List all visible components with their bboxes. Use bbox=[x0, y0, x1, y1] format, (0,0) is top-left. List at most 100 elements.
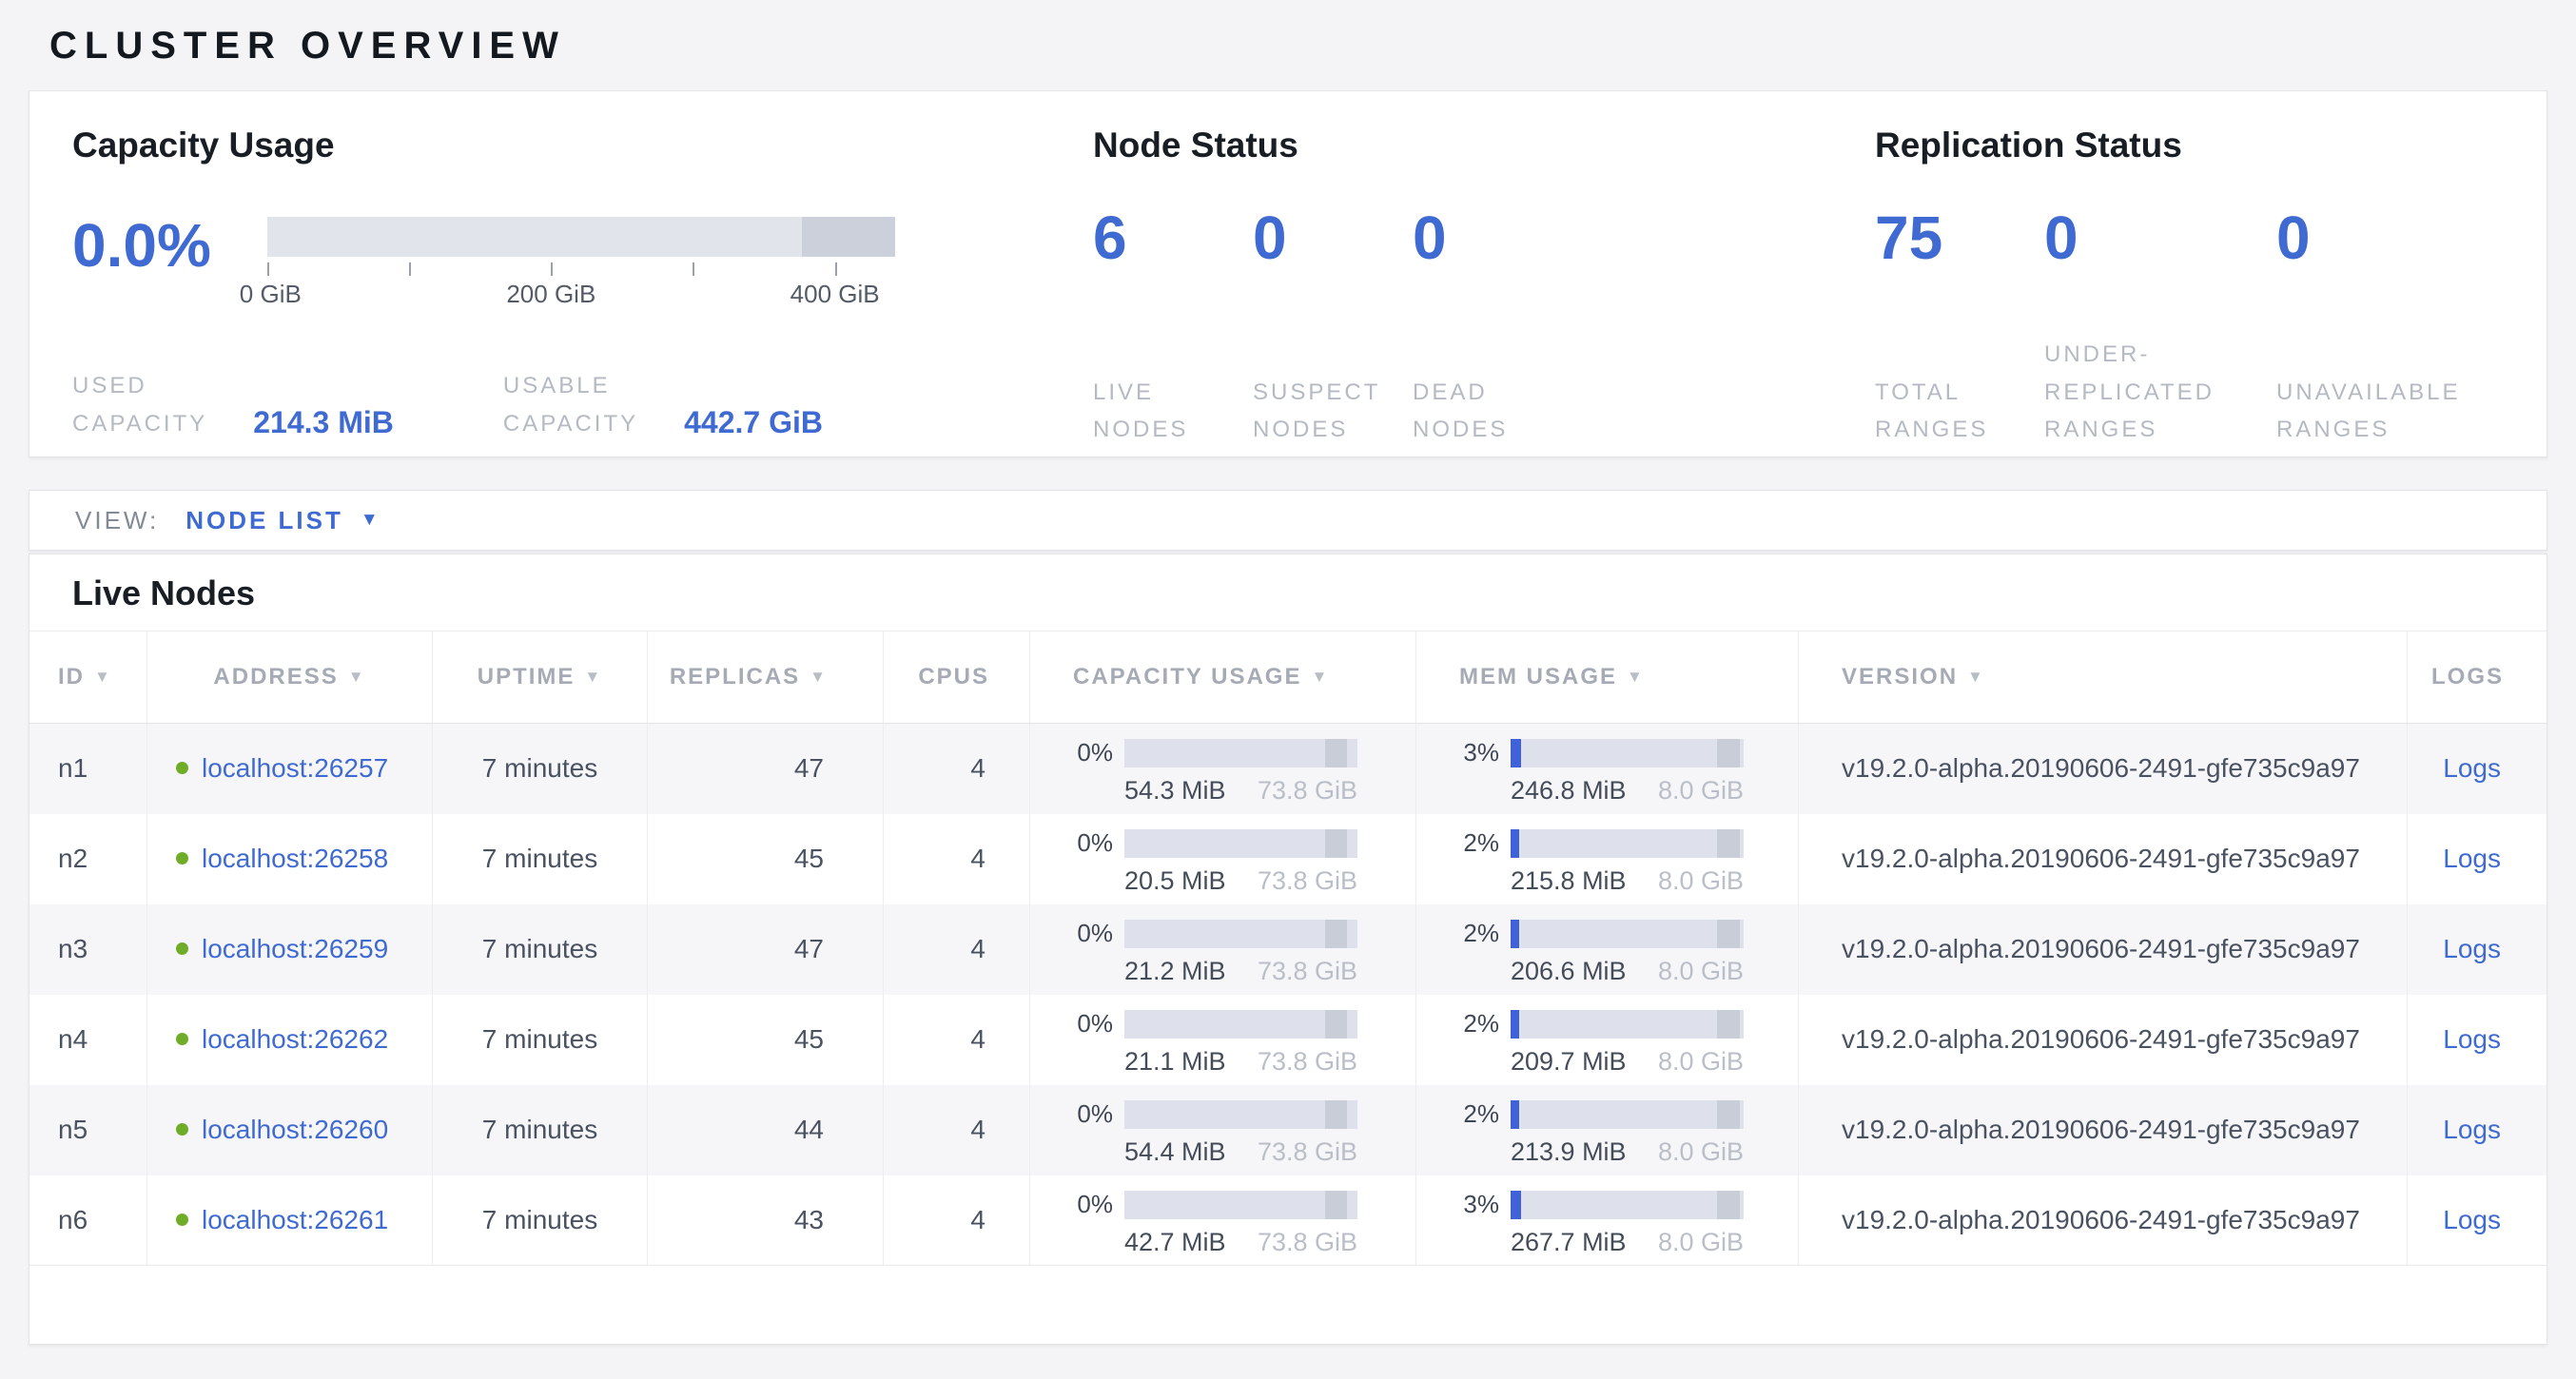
column-header-address[interactable]: ADDRESS▼ bbox=[147, 631, 433, 723]
capacity-percent-value: 0.0% bbox=[72, 215, 267, 276]
cpus-cell: 4 bbox=[884, 1085, 1030, 1175]
mem-used-value: 209.7 MiB bbox=[1511, 1047, 1627, 1077]
column-header-mem-usage[interactable]: MEM USAGE▼ bbox=[1416, 631, 1799, 723]
axis-tick-label: 0 GiB bbox=[240, 280, 302, 309]
node-id-cell: n6 bbox=[29, 1175, 147, 1265]
table-row: n5 localhost:26260 7 minutes 44 4 0% 54.… bbox=[29, 1085, 2547, 1175]
node-status-panel: Node Status 6 LIVE NODES 0 SUSPECT NODES bbox=[1093, 126, 1875, 456]
mem-bar-fill bbox=[1511, 920, 1519, 948]
used-capacity-value: 214.3 MiB bbox=[253, 405, 394, 440]
mem-used-value: 206.6 MiB bbox=[1511, 957, 1627, 986]
logs-cell: Logs bbox=[2408, 1085, 2547, 1175]
column-header-replicas[interactable]: REPLICAS▼ bbox=[648, 631, 884, 723]
mem-bar-dark-segment bbox=[1717, 1100, 1741, 1129]
capacity-total-value: 73.8 GiB bbox=[1258, 776, 1357, 806]
table-row: n6 localhost:26261 7 minutes 43 4 0% 42.… bbox=[29, 1175, 2547, 1266]
mem-total-value: 8.0 GiB bbox=[1658, 866, 1744, 896]
node-address-link[interactable]: localhost:26259 bbox=[202, 934, 388, 964]
capacity-usage-cell: 0% 21.1 MiB73.8 GiB bbox=[1030, 995, 1416, 1085]
mem-bar-dark-segment bbox=[1717, 1010, 1741, 1039]
node-address-link[interactable]: localhost:26257 bbox=[202, 753, 388, 784]
column-header-version[interactable]: VERSION▼ bbox=[1799, 631, 2408, 723]
mem-usage-cell: 3% 267.7 MiB8.0 GiB bbox=[1416, 1175, 1799, 1265]
dead-nodes-stat: 0 DEAD NODES bbox=[1413, 207, 1508, 449]
replicas-cell: 47 bbox=[648, 904, 884, 995]
capacity-used-value: 21.1 MiB bbox=[1124, 1047, 1226, 1077]
node-id-cell: n4 bbox=[29, 995, 147, 1085]
capacity-used-value: 21.2 MiB bbox=[1124, 957, 1226, 986]
sort-arrow-icon: ▼ bbox=[1967, 668, 1985, 687]
version-cell: v19.2.0-alpha.20190606-2491-gfe735c9a97 bbox=[1799, 1085, 2408, 1175]
capacity-percent: 0% bbox=[1073, 738, 1113, 767]
logs-link[interactable]: Logs bbox=[2443, 934, 2501, 963]
total-ranges-stat: 75 TOTAL RANGES bbox=[1875, 207, 2044, 449]
node-address-link[interactable]: localhost:26260 bbox=[202, 1115, 388, 1145]
replicas-cell: 45 bbox=[648, 995, 884, 1085]
node-address-cell: localhost:26258 bbox=[147, 814, 433, 904]
node-address-cell: localhost:26262 bbox=[147, 995, 433, 1085]
node-live-dot-icon bbox=[176, 1214, 188, 1226]
suspect-nodes-label: SUSPECT NODES bbox=[1253, 374, 1413, 449]
mem-bar-fill bbox=[1511, 739, 1521, 767]
capacity-percent: 0% bbox=[1073, 1099, 1113, 1129]
cluster-summary-card: Capacity Usage 0.0% 0 GiB 200 GiB bbox=[29, 90, 2547, 457]
mem-used-value: 246.8 MiB bbox=[1511, 776, 1627, 806]
axis-tick bbox=[409, 262, 411, 276]
mem-used-value: 215.8 MiB bbox=[1511, 866, 1627, 896]
node-live-dot-icon bbox=[176, 852, 188, 864]
mem-bar-fill bbox=[1511, 1191, 1521, 1219]
mem-percent: 2% bbox=[1459, 919, 1499, 948]
logs-link[interactable]: Logs bbox=[2443, 844, 2501, 873]
cpus-cell: 4 bbox=[884, 814, 1030, 904]
capacity-bar-dark-segment bbox=[1325, 1010, 1347, 1039]
mem-bar bbox=[1511, 829, 1744, 858]
under-replicated-ranges-label: UNDER- REPLICATED RANGES bbox=[2044, 336, 2276, 449]
mem-bar bbox=[1511, 1191, 1744, 1219]
unavailable-ranges-label: UNAVAILABLE RANGES bbox=[2276, 374, 2461, 449]
column-header-cpus: CPUS bbox=[884, 631, 1030, 723]
capacity-bar bbox=[1124, 829, 1357, 858]
node-list-dropdown-value: NODE LIST bbox=[185, 506, 343, 535]
version-cell: v19.2.0-alpha.20190606-2491-gfe735c9a97 bbox=[1799, 724, 2408, 814]
logs-link[interactable]: Logs bbox=[2443, 1115, 2501, 1144]
logs-cell: Logs bbox=[2408, 724, 2547, 814]
dead-nodes-label: DEAD NODES bbox=[1413, 374, 1508, 449]
column-header-uptime[interactable]: UPTIME▼ bbox=[433, 631, 648, 723]
version-cell: v19.2.0-alpha.20190606-2491-gfe735c9a97 bbox=[1799, 1175, 2408, 1265]
view-label: VIEW: bbox=[75, 506, 159, 535]
node-list-dropdown[interactable]: NODE LIST ▼ bbox=[185, 506, 378, 535]
capacity-total-value: 73.8 GiB bbox=[1258, 866, 1357, 896]
column-header-capacity-usage[interactable]: CAPACITY USAGE▼ bbox=[1030, 631, 1416, 723]
capacity-used-value: 20.5 MiB bbox=[1124, 866, 1226, 896]
node-live-dot-icon bbox=[176, 762, 188, 774]
capacity-total-value: 73.8 GiB bbox=[1258, 957, 1357, 986]
total-ranges-label: TOTAL RANGES bbox=[1875, 374, 2044, 449]
logs-link[interactable]: Logs bbox=[2443, 753, 2501, 783]
cpus-cell: 4 bbox=[884, 904, 1030, 995]
logs-cell: Logs bbox=[2408, 995, 2547, 1085]
table-row: n1 localhost:26257 7 minutes 47 4 0% 54.… bbox=[29, 724, 2547, 814]
node-address-link[interactable]: localhost:26261 bbox=[202, 1205, 388, 1235]
logs-link[interactable]: Logs bbox=[2443, 1024, 2501, 1054]
capacity-bar-dark-segment bbox=[802, 217, 895, 257]
capacity-usage-cell: 0% 54.3 MiB73.8 GiB bbox=[1030, 724, 1416, 814]
mem-total-value: 8.0 GiB bbox=[1658, 957, 1744, 986]
mem-usage-cell: 3% 246.8 MiB8.0 GiB bbox=[1416, 724, 1799, 814]
column-header-id[interactable]: ID▼ bbox=[29, 631, 147, 723]
capacity-bar-dark-segment bbox=[1325, 920, 1347, 948]
node-address-link[interactable]: localhost:26262 bbox=[202, 1024, 388, 1055]
capacity-usage-heading: Capacity Usage bbox=[72, 126, 1093, 165]
logs-link[interactable]: Logs bbox=[2443, 1205, 2501, 1234]
cluster-overview-page: CLUSTER OVERVIEW Capacity Usage 0.0% bbox=[0, 0, 2576, 1345]
mem-bar bbox=[1511, 920, 1744, 948]
live-nodes-heading: Live Nodes bbox=[29, 554, 2547, 631]
axis-tick-label: 200 GiB bbox=[506, 280, 595, 309]
mem-total-value: 8.0 GiB bbox=[1658, 1047, 1744, 1077]
mem-bar-fill bbox=[1511, 1100, 1519, 1129]
capacity-used-value: 54.4 MiB bbox=[1124, 1137, 1226, 1167]
uptime-cell: 7 minutes bbox=[433, 904, 648, 995]
total-ranges-count: 75 bbox=[1875, 207, 2044, 268]
mem-bar-dark-segment bbox=[1717, 829, 1741, 858]
under-replicated-ranges-stat: 0 UNDER- REPLICATED RANGES bbox=[2044, 207, 2276, 449]
node-address-link[interactable]: localhost:26258 bbox=[202, 844, 388, 874]
